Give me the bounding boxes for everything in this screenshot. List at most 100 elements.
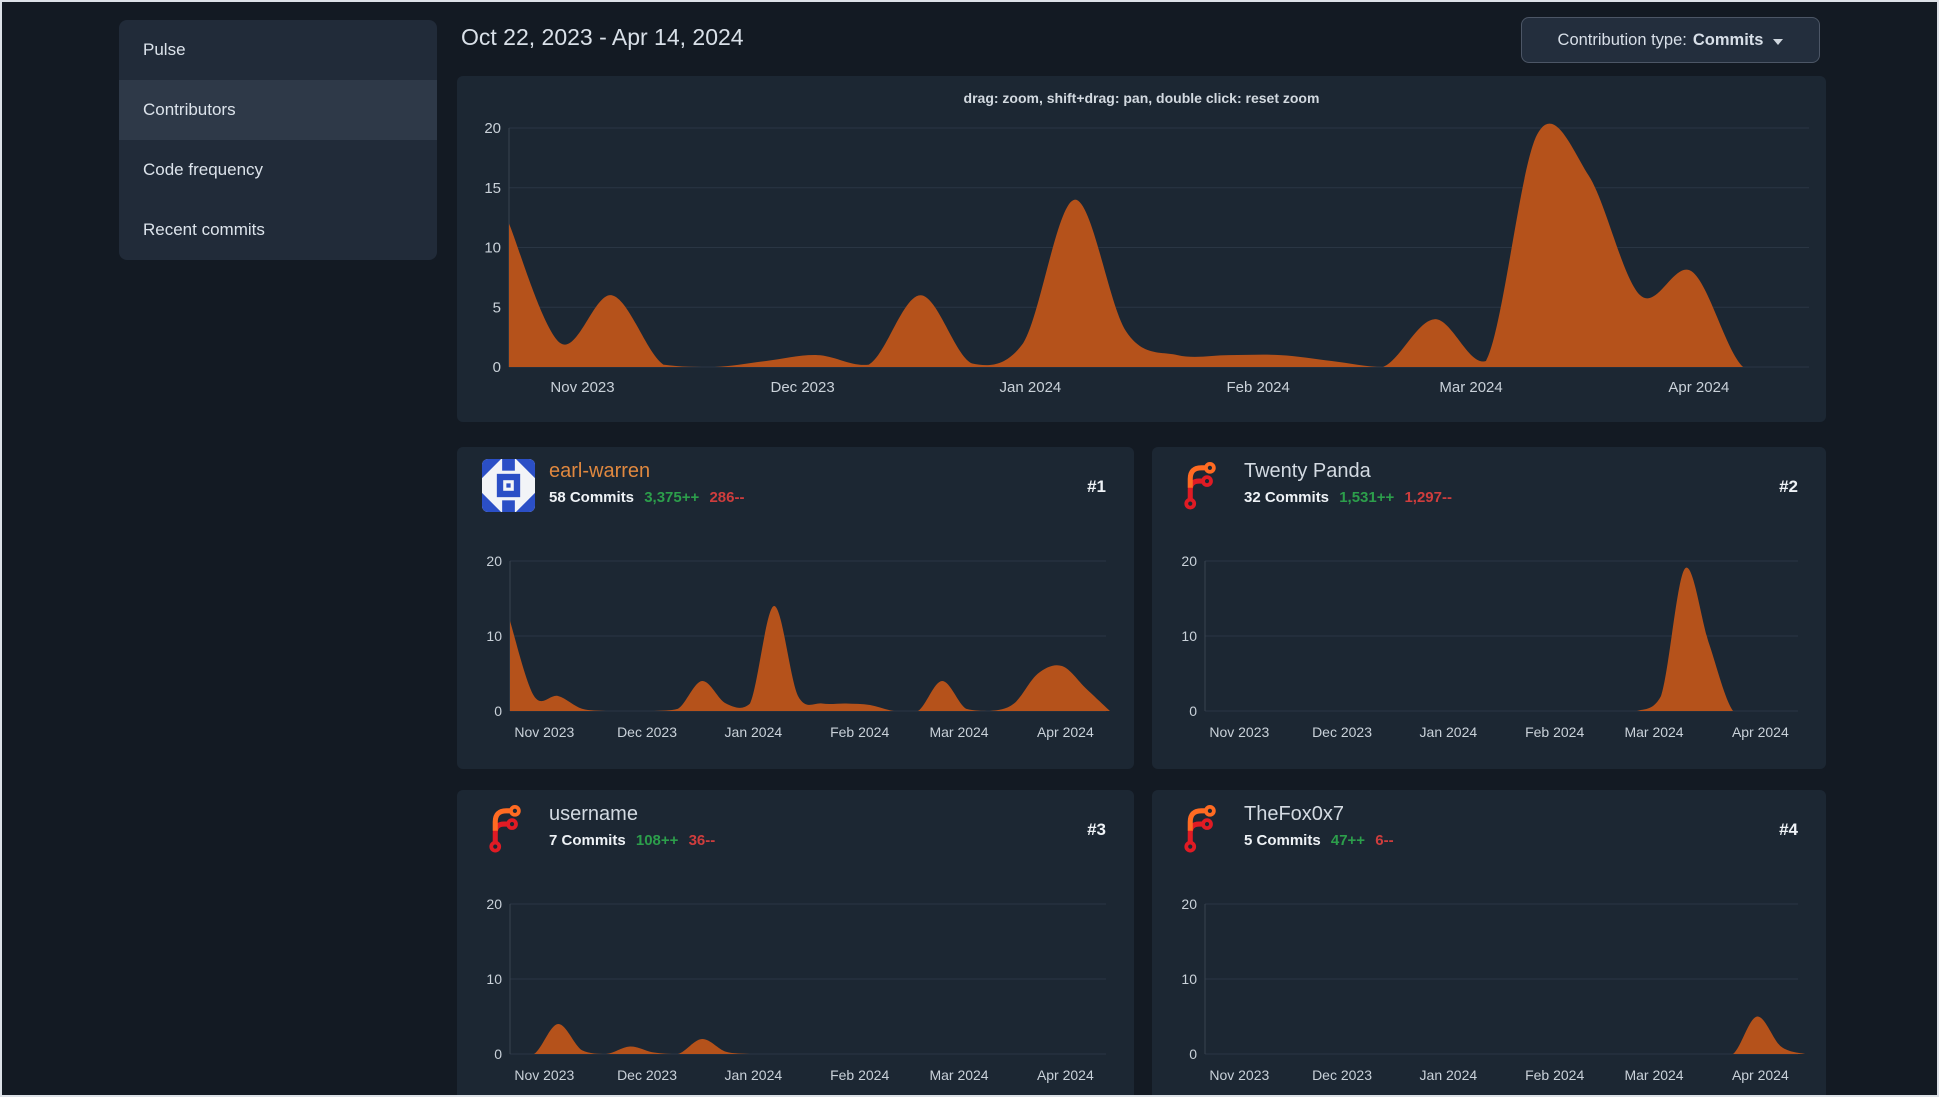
x-axis-month-label: Nov 2023 [514, 724, 574, 740]
x-axis-month-label: Mar 2024 [1624, 724, 1683, 740]
x-axis-month-label: Nov 2023 [514, 1067, 574, 1083]
commit-count: 58 Commits [549, 489, 635, 506]
contributor-name: Twenty Panda [1244, 460, 1371, 482]
sidebar-item-label: Contributors [143, 100, 236, 119]
y-axis-tick-label: 10 [486, 971, 502, 987]
additions-count: 3,375++ [644, 489, 700, 506]
y-axis-tick-label: 10 [1181, 628, 1197, 644]
x-axis-month-label: Feb 2024 [830, 1067, 889, 1083]
contribution-type-dropdown[interactable]: Contribution type: Commits [1521, 17, 1820, 63]
y-axis-tick-label: 20 [484, 120, 501, 137]
contribution-type-value: Commits [1692, 30, 1764, 49]
x-axis-month-label: Mar 2024 [1624, 1067, 1683, 1083]
x-axis-month-label: Jan 2024 [725, 1067, 783, 1083]
sidebar-item-contributors[interactable]: Contributors [119, 80, 437, 140]
x-axis-month-label: Dec 2023 [1312, 724, 1372, 740]
contributor-stats: 58 Commits 3,375++ 286-- [549, 489, 744, 506]
y-axis-tick-label: 0 [493, 359, 501, 376]
sidebar-item-label: Code frequency [143, 160, 264, 179]
contributor-name: username [549, 803, 638, 825]
y-axis-tick-label: 10 [486, 628, 502, 644]
y-axis-tick-label: 10 [484, 240, 501, 257]
contributors-page: Pulse Contributors Code frequency Recent co… [0, 0, 1939, 1097]
deletions-count: 36-- [688, 832, 716, 849]
y-axis-tick-label: 0 [494, 1046, 502, 1062]
contributor-stats: 7 Commits 108++ 36-- [549, 832, 715, 849]
contributor-card-header: TheFox0x7 5 Commits 47++ 6-- #4 [1152, 790, 1826, 870]
commit-count: 5 Commits [1244, 832, 1321, 849]
contributor-rank-badge: #4 [1779, 820, 1798, 839]
forgejo-logo-avatar [1177, 459, 1230, 512]
contributor-card-header: earl-warren 58 Commits 3,375++ 286-- #1 [457, 447, 1134, 527]
commit-count: 32 Commits [1244, 489, 1330, 506]
x-axis-month-label: Apr 2024 [1668, 379, 1729, 396]
chevron-down-icon [1773, 38, 1784, 45]
contributor-rank-badge: #1 [1087, 477, 1106, 496]
additions-count: 1,531++ [1339, 489, 1395, 506]
contribution-type-label: Contribution type: [1557, 30, 1687, 49]
commit-count: 7 Commits [549, 832, 626, 849]
main-chart-card: drag: zoom, shift+drag: pan, double clic… [457, 76, 1826, 422]
x-axis-month-label: Feb 2024 [830, 724, 889, 740]
x-axis-month-label: Jan 2024 [1420, 1067, 1478, 1083]
contributor-name: TheFox0x7 [1244, 803, 1345, 825]
x-axis-month-label: Apr 2024 [1037, 724, 1094, 740]
commits-area-chart[interactable]: 0 5 10 15 20 Nov 2023 Dec 2023 Jan 2024 Feb 2024… [457, 76, 1826, 422]
y-axis-tick-label: 0 [1189, 703, 1197, 719]
y-axis-tick-label: 0 [494, 703, 502, 719]
forgejo-logo-avatar [482, 802, 535, 855]
contributor-card-username: 0 10 20 Nov 2023 Dec 2023 Jan 2024 Feb 2024 Mar… [457, 790, 1134, 1095]
x-axis-month-label: Mar 2024 [929, 1067, 988, 1083]
sidebar-item-code-frequency[interactable]: Code frequency [119, 140, 437, 200]
x-axis-month-label: Jan 2024 [1420, 724, 1478, 740]
sidebar-menu: Pulse Contributors Code frequency Recent co… [119, 20, 437, 260]
date-range-title: Oct 22, 2023 - Apr 14, 2024 [461, 24, 744, 50]
sidebar-item-label: Recent commits [143, 220, 265, 239]
x-axis-month-label: Nov 2023 [1209, 1067, 1269, 1083]
contributor-rank-badge: #3 [1087, 820, 1106, 839]
deletions-count: 1,297-- [1404, 489, 1452, 506]
x-axis-month-label: Mar 2024 [929, 724, 988, 740]
y-axis-tick-label: 20 [1181, 896, 1197, 912]
contributor-card-thefox0x7: 0 10 20 Nov 2023 Dec 2023 Jan 2024 Feb 2024 Mar… [1152, 790, 1826, 1095]
contributor-card-earl-warren: 0 10 20 Nov 2023 Dec 2023 Jan 2024 Feb 2024 Mar… [457, 447, 1134, 769]
x-axis-month-label: Apr 2024 [1732, 724, 1789, 740]
x-axis-month-label: Nov 2023 [550, 379, 614, 396]
x-axis-month-label: Feb 2024 [1226, 379, 1289, 396]
x-axis-month-label: Dec 2023 [1312, 1067, 1372, 1083]
y-axis-tick-label: 20 [486, 553, 502, 569]
sidebar-item-pulse[interactable]: Pulse [119, 20, 437, 80]
x-axis-month-label: Jan 2024 [725, 724, 783, 740]
sidebar-item-label: Pulse [143, 40, 186, 59]
additions-count: 108++ [635, 832, 679, 849]
y-axis-tick-label: 0 [1189, 1046, 1197, 1062]
x-axis-month-label: Apr 2024 [1037, 1067, 1094, 1083]
x-axis-month-label: Mar 2024 [1439, 379, 1502, 396]
y-axis-tick-label: 20 [1181, 553, 1197, 569]
x-axis-month-label: Jan 2024 [1000, 379, 1062, 396]
x-axis-month-label: Nov 2023 [1209, 724, 1269, 740]
contributor-stats: 5 Commits 47++ 6-- [1244, 832, 1394, 849]
x-axis-month-label: Dec 2023 [770, 379, 834, 396]
y-axis-tick-label: 15 [484, 180, 501, 197]
contributor-name[interactable]: earl-warren [549, 460, 650, 483]
contributor-card-header: username 7 Commits 108++ 36-- #3 [457, 790, 1134, 870]
y-axis-tick-label: 10 [1181, 971, 1197, 987]
x-axis-month-label: Apr 2024 [1732, 1067, 1789, 1083]
y-axis-tick-label: 20 [486, 896, 502, 912]
x-axis-month-label: Dec 2023 [617, 724, 677, 740]
contributor-card-twenty-panda: 0 10 20 Nov 2023 Dec 2023 Jan 2024 Feb 2024 Mar… [1152, 447, 1826, 769]
additions-count: 47++ [1330, 832, 1366, 849]
contributor-rank-badge: #2 [1779, 477, 1798, 496]
contributor-card-header: Twenty Panda 32 Commits 1,531++ 1,297-- … [1152, 447, 1826, 527]
x-axis-month-label: Feb 2024 [1525, 1067, 1584, 1083]
y-axis-tick-label: 5 [493, 299, 501, 316]
contributor-stats: 32 Commits 1,531++ 1,297-- [1244, 489, 1452, 506]
x-axis-month-label: Feb 2024 [1525, 724, 1584, 740]
deletions-count: 6-- [1375, 832, 1394, 849]
forgejo-logo-avatar [1177, 802, 1230, 855]
x-axis-month-label: Dec 2023 [617, 1067, 677, 1083]
deletions-count: 286-- [709, 489, 745, 506]
sidebar-item-recent-commits[interactable]: Recent commits [119, 200, 437, 260]
identicon-avatar[interactable] [482, 459, 535, 512]
